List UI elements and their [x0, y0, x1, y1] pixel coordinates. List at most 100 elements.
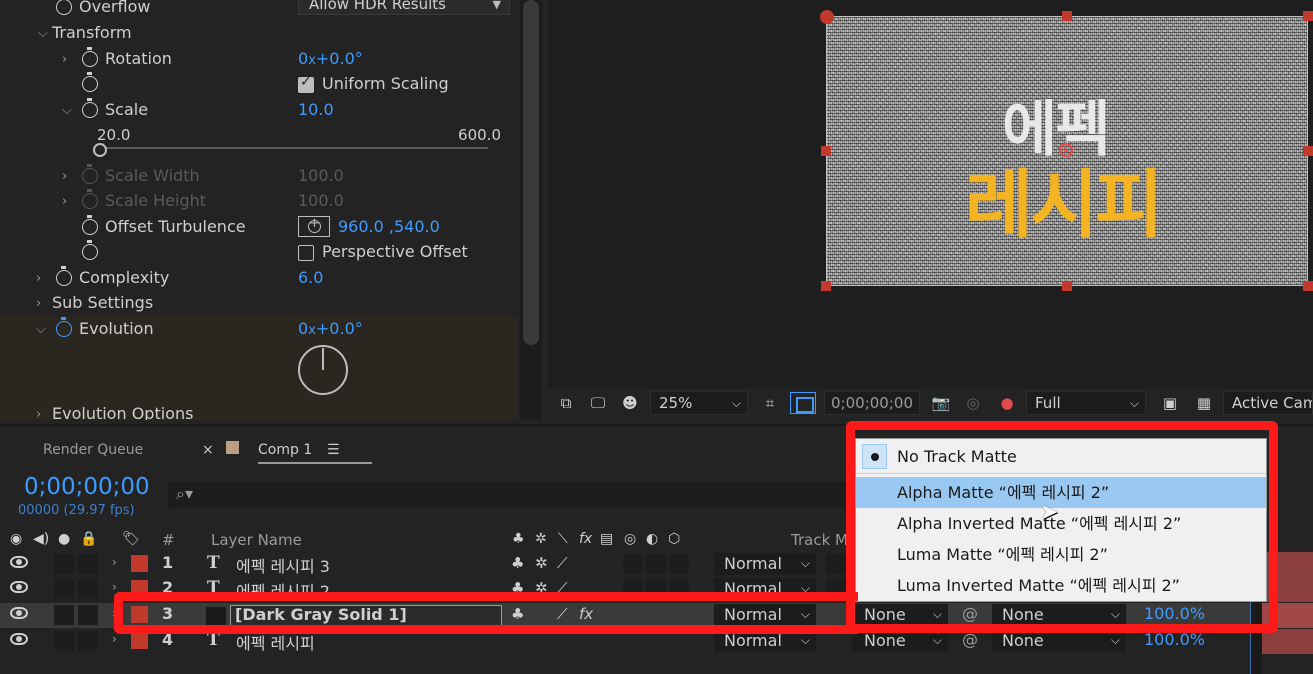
lock-toggle[interactable] [78, 631, 98, 651]
complexity-value[interactable]: 6.0 [298, 268, 323, 287]
twirl-closed-icon[interactable]: › [112, 632, 117, 646]
label-color-swatch[interactable] [131, 555, 148, 572]
crosshair-icon[interactable] [298, 216, 330, 237]
handle-bottom-right[interactable] [1303, 281, 1313, 291]
layer-name-header[interactable]: Layer Name [211, 531, 302, 549]
shy-icon[interactable]: ♣ [511, 554, 524, 572]
tab-comp-1[interactable]: Comp 1 [258, 442, 373, 464]
quality-icon[interactable]: ⟋ [557, 554, 568, 572]
twirl-open-icon[interactable]: ⌵ [36, 322, 46, 337]
transparency-grid-icon[interactable]: ▦ [1194, 394, 1214, 412]
lock-toggle[interactable] [78, 554, 98, 574]
solo-toggle[interactable] [54, 631, 74, 651]
always-preview-icon[interactable]: ⧉ [556, 394, 576, 412]
fast-previews-icon[interactable]: ▣ [1160, 394, 1180, 412]
twirl-open-icon[interactable]: ⌵ [38, 26, 48, 41]
group-transform[interactable]: ⌵ Transform [0, 22, 518, 47]
group-label: Transform [52, 23, 132, 42]
twirl-closed-icon[interactable]: › [36, 296, 41, 311]
collapse-icon[interactable]: ✲ [535, 554, 548, 572]
stopwatch-icon[interactable] [56, 266, 72, 286]
show-snapshot-icon[interactable]: ◎ [963, 394, 983, 412]
effect-controls-scrollbar[interactable] [520, 0, 542, 420]
solo-toggle[interactable] [54, 605, 74, 625]
scale-value[interactable]: 10.0 [298, 100, 334, 119]
stopwatch-icon[interactable] [56, 0, 72, 15]
stopwatch-icon[interactable] [82, 240, 98, 260]
camera-dropdown[interactable]: Active Camera [1223, 391, 1313, 415]
twirl-closed-icon[interactable]: › [36, 407, 41, 420]
handle-bottom-left[interactable] [821, 281, 831, 291]
solo-toggle[interactable] [54, 579, 74, 599]
switch-box[interactable] [826, 554, 846, 574]
prop-uniform-scaling[interactable]: Uniform Scaling [0, 72, 518, 98]
uniform-scaling-checkbox[interactable] [298, 74, 314, 93]
prop-complexity[interactable]: › Complexity 6.0 [0, 266, 518, 292]
region-of-interest-icon[interactable] [790, 392, 816, 414]
stopwatch-icon[interactable] [82, 47, 98, 67]
handle-top-right[interactable] [1303, 11, 1313, 21]
scrollbar-thumb[interactable] [523, 0, 539, 345]
group-evolution-options[interactable]: › Evolution Options [0, 403, 518, 420]
twirl-closed-icon[interactable]: › [62, 52, 67, 67]
monitor-icon[interactable]: 🖵 [588, 394, 608, 412]
panel-menu-icon[interactable]: ☰ [327, 442, 340, 458]
handle-top-mid[interactable] [1062, 11, 1072, 21]
viewer-timecode[interactable]: 0;00;00;00 [824, 391, 920, 415]
rotation-value[interactable]: 0x+0.0° [298, 49, 363, 68]
lock-toggle[interactable] [78, 579, 98, 599]
parent-dropdown[interactable]: None ⌵ [992, 630, 1126, 652]
solo-toggle[interactable] [54, 554, 74, 574]
lock-toggle[interactable] [78, 605, 98, 625]
blend-mode-dropdown[interactable]: Normal ⌵ [714, 553, 816, 575]
handle-mid-left[interactable] [821, 146, 831, 156]
tab-render-queue[interactable]: Render Queue [43, 442, 143, 458]
eye-icon[interactable] [10, 581, 28, 593]
prop-perspective-offset[interactable]: Perspective Offset [0, 240, 518, 266]
close-icon[interactable]: × [202, 442, 214, 458]
switch-box[interactable] [623, 554, 643, 574]
prop-overflow[interactable]: Overflow Allow HDR Results ▼ [0, 0, 518, 21]
eye-icon[interactable] [10, 556, 28, 568]
grid-guides-icon[interactable]: ⌗ [760, 394, 780, 412]
label-color-swatch[interactable] [131, 632, 148, 649]
scale-slider-knob[interactable] [93, 143, 107, 157]
current-timecode[interactable]: 0;00;00;00 [24, 474, 150, 500]
zoom-dropdown[interactable]: 25% ⌵ [650, 391, 748, 415]
perspective-offset-checkbox[interactable] [298, 245, 314, 261]
stopwatch-icon[interactable] [82, 72, 98, 92]
layer-name[interactable]: 에펙 레시피 3 [236, 553, 330, 577]
stopwatch-active-icon[interactable] [56, 317, 72, 337]
eye-icon[interactable] [10, 633, 28, 645]
evolution-value[interactable]: 0x+0.0° [298, 319, 363, 338]
comp-frame[interactable]: 에펙 레시피 [826, 16, 1308, 286]
twirl-open-icon[interactable]: ⌵ [62, 103, 72, 118]
evolution-angle-dial[interactable] [298, 345, 348, 395]
anchor-point-icon[interactable] [1059, 143, 1073, 157]
overflow-dropdown[interactable]: Allow HDR Results ▼ [298, 0, 510, 15]
prop-offset-turbulence[interactable]: Offset Turbulence 960.0 ,540.0 [0, 215, 518, 241]
handle-top-left[interactable] [820, 10, 834, 24]
eye-icon[interactable] [10, 607, 28, 619]
prop-evolution[interactable]: ⌵ Evolution 0x+0.0° [0, 317, 518, 343]
color-channels-icon[interactable]: ● [997, 394, 1017, 412]
handle-mid-right[interactable] [1303, 146, 1313, 156]
comp-text-line2: 레시피 [965, 162, 1163, 248]
handle-bottom-mid[interactable] [1062, 281, 1072, 291]
twirl-closed-icon[interactable]: › [112, 555, 117, 569]
stopwatch-icon[interactable] [82, 98, 98, 118]
switch-box[interactable] [669, 554, 689, 574]
resolution-dropdown[interactable]: Full ⌵ [1026, 391, 1146, 415]
composition-viewer[interactable]: 에펙 레시피 [548, 0, 1313, 388]
stopwatch-icon[interactable] [82, 215, 98, 235]
prop-scale[interactable]: ⌵ Scale 10.0 [0, 98, 518, 124]
prop-rotation[interactable]: › Rotation 0x+0.0° [0, 47, 518, 73]
camera-snapshot-icon[interactable]: 📷 [931, 394, 951, 412]
switch-box[interactable] [646, 554, 666, 574]
offset-turbulence-value[interactable]: 960.0 ,540.0 [338, 217, 440, 236]
group-sub-settings[interactable]: › Sub Settings [0, 292, 518, 317]
scale-slider-track[interactable] [100, 147, 488, 149]
mask-visibility-icon[interactable]: ☻ [620, 394, 640, 412]
twirl-closed-icon[interactable]: › [36, 271, 41, 286]
track-matte-dropdown[interactable]: None ⌵ [852, 630, 948, 652]
